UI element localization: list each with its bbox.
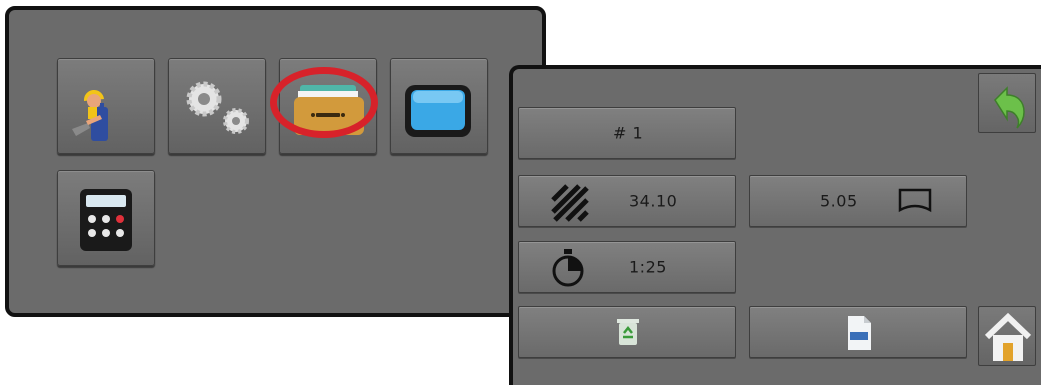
time-field[interactable]: 1:25 (518, 241, 736, 293)
operator-setup-tile[interactable] (57, 58, 155, 154)
job-report-button[interactable] (749, 306, 967, 358)
gears-icon (186, 81, 249, 134)
calculator-icon (80, 189, 132, 251)
area-value: 34.10 (629, 191, 678, 211)
area-field[interactable]: 34.10 (518, 175, 736, 227)
highlight-circle (270, 67, 378, 138)
display-setup-tile[interactable] (390, 58, 488, 154)
worker-icon (72, 89, 108, 141)
back-arrow-icon (994, 86, 1025, 129)
report-file-icon (848, 316, 871, 350)
volume-value: 5.05 (820, 191, 858, 211)
tank-volume-icon (898, 188, 932, 213)
back-button[interactable] (978, 73, 1036, 133)
tools-menu-panel (5, 6, 546, 317)
calculator-tile[interactable] (57, 170, 155, 266)
clear-job-button[interactable] (518, 306, 736, 358)
recycle-bin-icon (617, 319, 639, 345)
stopwatch-icon (552, 249, 584, 287)
volume-field[interactable]: 5.05 (749, 175, 967, 227)
home-icon (984, 312, 1032, 361)
time-value: 1:25 (629, 257, 667, 277)
display-icon (405, 85, 471, 137)
system-setup-tile[interactable] (168, 58, 266, 154)
job-label: # 1 (613, 123, 644, 143)
job-select-button[interactable]: # 1 (518, 107, 736, 159)
job-data-panel: # 1 34.10 5.05 1:25 (509, 65, 1041, 385)
area-hatch-icon (551, 184, 589, 222)
home-button[interactable] (978, 306, 1036, 366)
